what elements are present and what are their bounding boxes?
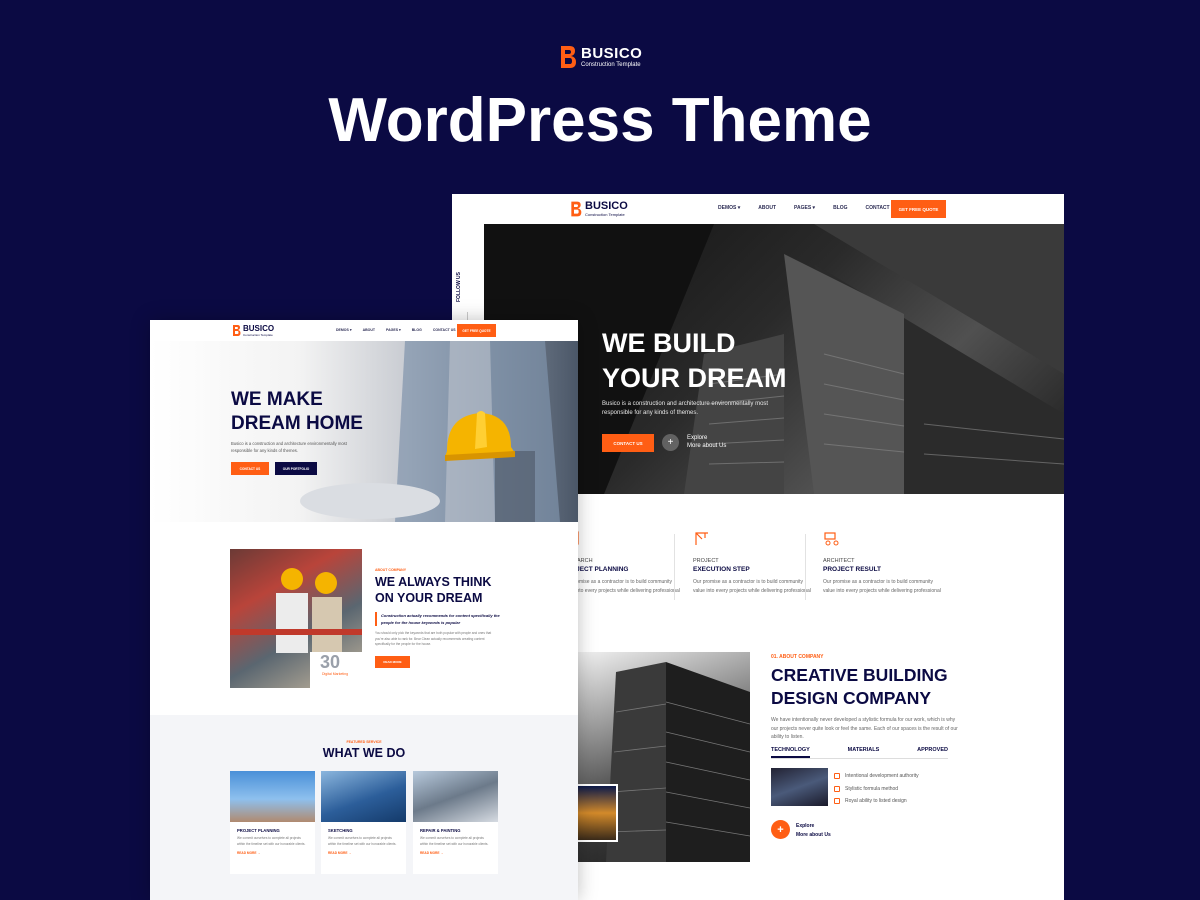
explore-link[interactable]: Explore More about Us <box>796 822 831 840</box>
main-menu: DEMOS ▾ ABOUT PAGES ▾ BLOG CONTACT US <box>718 205 898 211</box>
nav-blog[interactable]: BLOG <box>833 205 847 211</box>
step-divider <box>805 534 806 600</box>
about-tabs: TECHNOLOGY MATERIALS APPROVED <box>771 747 948 759</box>
nav-about[interactable]: ABOUT <box>363 328 375 332</box>
hero-text: Busico is a construction and architectur… <box>602 401 769 416</box>
service-read-more[interactable]: READ MORE → <box>230 847 315 855</box>
site-header: BUSICO Construction Template DEMOS ▾ ABO… <box>452 194 1064 224</box>
hero-text: Busico is a construction and architectur… <box>231 441 347 453</box>
services-section: FEATURED SERVICE WHAT WE DO PROJECT PLAN… <box>150 715 578 900</box>
get-quote-button[interactable]: GET FREE QUOTE <box>891 200 946 218</box>
site-logo-name: BUSICO <box>585 200 628 212</box>
hard-hat-icon <box>445 411 515 461</box>
nav-about[interactable]: ABOUT <box>758 205 776 211</box>
portfolio-button[interactable]: OUR PORTFOLIO <box>275 462 317 475</box>
building-thumbnail <box>576 784 618 842</box>
site-logo[interactable]: BUSICO Construction Template <box>232 324 274 337</box>
service-read-more[interactable]: READ MORE → <box>413 847 498 855</box>
service-title: REPAIR & PAINTING <box>420 828 461 833</box>
logo-b-icon <box>233 325 241 336</box>
step-result: ARCHITECT PROJECT RESULT Our promise as … <box>823 530 943 596</box>
crane-icon <box>695 532 708 545</box>
about-title: CREATIVE BUILDING DESIGN COMPANY <box>771 665 948 708</box>
nav-pages[interactable]: PAGES ▾ <box>794 205 815 211</box>
nav-blog[interactable]: BLOG <box>412 328 422 332</box>
step-execution: PROJECT EXECUTION STEP Our promise as a … <box>693 530 813 596</box>
headline: WordPress Theme <box>328 86 872 155</box>
check-item: Intentional development authority <box>834 770 919 783</box>
nav-pages[interactable]: PAGES ▾ <box>386 328 401 332</box>
site-logo-tagline: Construction Template <box>243 332 273 337</box>
follow-us-label: FOLLOW US <box>456 272 462 302</box>
about-title: WE ALWAYS THINK ON YOUR DREAM <box>375 575 492 605</box>
service-image <box>230 771 315 822</box>
step-planning: RESEARCH PROJECT PLANNING Our promise as… <box>562 530 682 596</box>
get-quote-button[interactable]: GET FREE QUOTE <box>457 324 496 337</box>
service-text: We commit ourselves to complete all proj… <box>237 836 306 846</box>
site-logo[interactable]: BUSICO Construction Template <box>570 200 628 218</box>
about-section: ABOUT COMPANY WE ALWAYS THINK ON YOUR DR… <box>375 568 500 648</box>
stat-label: Digital Marketing <box>322 672 349 676</box>
hero-title: WE BUILD YOUR DREAM <box>602 328 787 393</box>
roller-icon <box>824 532 839 546</box>
service-card[interactable]: SKETCHING We commit ourselves to complet… <box>321 771 406 874</box>
plus-icon[interactable]: + <box>771 820 790 839</box>
service-image <box>321 771 406 822</box>
plus-icon[interactable]: + <box>662 434 679 451</box>
service-title: SKETCHING <box>328 828 353 833</box>
contact-us-button[interactable]: CONTACT US <box>602 434 654 452</box>
tab-approved[interactable]: APPROVED <box>917 747 948 758</box>
stat-number: 30 <box>320 652 341 672</box>
check-icon <box>834 798 840 805</box>
tab-technology[interactable]: TECHNOLOGY <box>771 747 810 758</box>
step-divider <box>674 534 675 600</box>
tab-image <box>771 768 828 806</box>
service-image <box>413 771 498 822</box>
site-logo-tagline: Construction Template <box>585 212 625 217</box>
explore-link[interactable]: Explore More about Us <box>687 434 726 450</box>
service-card[interactable]: PROJECT PLANNING We commit ourselves to … <box>230 771 315 874</box>
brand-logo: BUSICO Construction Template <box>559 44 642 70</box>
logo-b-icon <box>561 46 576 68</box>
service-title: PROJECT PLANNING <box>237 828 280 833</box>
nav-contact[interactable]: CONTACT US <box>433 328 456 332</box>
logo-b-icon <box>571 201 582 217</box>
check-icon <box>834 773 840 780</box>
about-quote: Construction actually recommends for con… <box>375 612 500 626</box>
read-more-button[interactable]: READ MORE <box>375 656 410 668</box>
contact-us-button[interactable]: CONTACT US <box>231 462 269 475</box>
about-text: You should only pick the keywords that a… <box>375 631 492 646</box>
brand-tagline: Construction Template <box>581 61 641 68</box>
services-title: WHAT WE DO <box>322 746 406 760</box>
about-kicker: 01. ABOUT COMPANY <box>771 654 824 660</box>
about-text: We have intentionally never developed a … <box>771 717 958 740</box>
experience-stat: 30 Digital Marketing <box>310 652 362 688</box>
secondary-mockup: BUSICO Construction Template DEMOS ▾ ABO… <box>150 320 578 900</box>
site-header: BUSICO Construction Template DEMOS ▾ ABO… <box>150 320 578 341</box>
nav-demos[interactable]: DEMOS ▾ <box>718 205 740 211</box>
nav-demos[interactable]: DEMOS ▾ <box>336 328 352 332</box>
process-steps: RESEARCH PROJECT PLANNING Our promise as… <box>562 530 1062 610</box>
check-item: Royal ability to listed design <box>834 795 919 808</box>
about-section: 01. ABOUT COMPANY CREATIVE BUILDING DESI… <box>771 654 961 742</box>
brand-name: BUSICO <box>581 44 643 62</box>
site-logo-name: BUSICO <box>243 323 275 333</box>
main-menu: DEMOS ▾ ABOUT PAGES ▾ BLOG CONTACT US <box>336 328 456 332</box>
service-text: We commit ourselves to complete all proj… <box>328 836 397 846</box>
service-card[interactable]: REPAIR & PAINTING We commit ourselves to… <box>413 771 498 874</box>
about-kicker: ABOUT COMPANY <box>375 568 407 572</box>
tab-materials[interactable]: MATERIALS <box>848 747 880 758</box>
service-read-more[interactable]: READ MORE → <box>321 847 406 855</box>
hero-title: WE MAKE DREAM HOME <box>231 389 363 434</box>
services-kicker: FEATURED SERVICE <box>346 740 382 744</box>
feature-checklist: Intentional development authority Stylis… <box>834 770 919 808</box>
check-icon <box>834 785 840 792</box>
service-text: We commit ourselves to complete all proj… <box>420 836 489 846</box>
hero-banner: WE MAKE DREAM HOME Busico is a construct… <box>150 341 578 522</box>
check-item: Stylistic formula method <box>834 783 919 796</box>
